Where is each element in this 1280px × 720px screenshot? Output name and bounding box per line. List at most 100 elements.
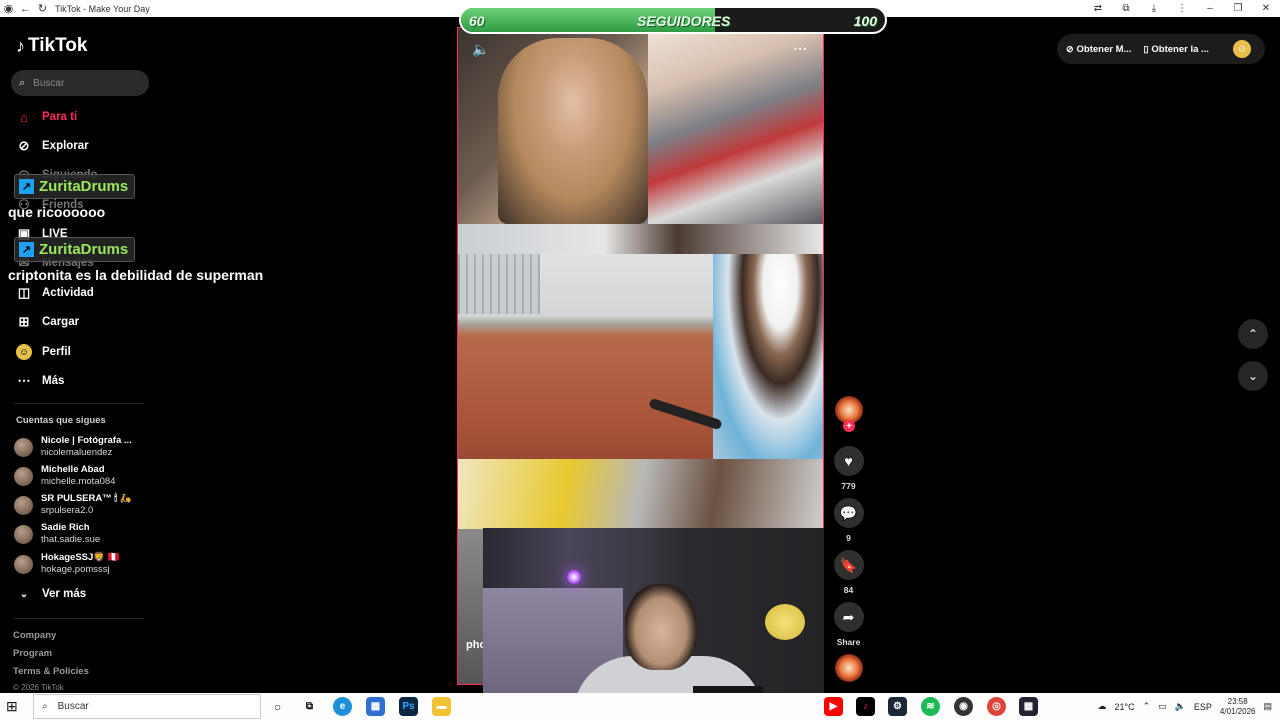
logo-text: TikTok (28, 35, 88, 56)
close-icon[interactable]: ✕ (1252, 3, 1280, 14)
share-button[interactable]: ➦ Share (832, 602, 865, 647)
share-icon: ➦ (833, 602, 864, 632)
following-account[interactable]: HokageSSJ🦁 🇵🇪 hokage.pomsssj (14, 552, 120, 576)
tiktok-favicon-icon: ◉ (3, 3, 14, 15)
tiktok-icon[interactable]: ♪ (856, 697, 875, 716)
sidebar-item-label: Cargar (42, 316, 80, 328)
extensions-icon[interactable]: ⧉ (1112, 3, 1140, 14)
taskbar-clock[interactable]: 23:58 4/01/2026 (1220, 697, 1256, 717)
search-input[interactable]: ⌕ Buscar (11, 70, 149, 96)
tiktok-note-icon: ♪ (16, 35, 25, 56)
language-indicator[interactable]: ESP (1194, 702, 1212, 712)
sidebar-item-mas[interactable]: ⋯ Más (16, 371, 65, 391)
bookmark-icon: 🔖 (833, 550, 864, 580)
cortana-icon[interactable]: ○ (268, 697, 287, 716)
follower-goal-bar: 60 SEGUIDORES 100 (459, 6, 887, 34)
get-coins-label: Obtener M... (1076, 43, 1132, 55)
steam-icon[interactable]: ⚙ (888, 697, 907, 716)
reload-icon[interactable]: ↻ (34, 2, 51, 15)
footer-link-company[interactable]: Company (13, 630, 56, 641)
notifications-icon[interactable]: ▤ (1263, 701, 1272, 712)
compass-icon: ⊘ (18, 138, 30, 153)
profile-avatar-icon[interactable]: ☺ (1233, 40, 1251, 58)
volume-icon[interactable]: 🔈 (472, 41, 489, 58)
edge-icon[interactable]: e (333, 697, 352, 716)
get-coins-button[interactable]: ⊘ Obtener M... (1066, 44, 1131, 55)
menu-icon[interactable]: ⋮ (1168, 3, 1196, 14)
following-section-title: Cuentas que sigues (16, 415, 106, 426)
account-handle: hokage.pomsssj (41, 564, 110, 575)
tray-expand-icon[interactable]: ⌃ (1143, 701, 1151, 712)
music-disc-avatar[interactable] (835, 654, 863, 682)
file-explorer-icon[interactable]: ▬ (432, 697, 451, 716)
taskbar-search-input[interactable]: ⌕ Buscar (33, 694, 261, 719)
chrome-icon[interactable]: ◎ (987, 697, 1006, 716)
windows-start-icon[interactable]: ⊞ (6, 698, 18, 715)
comment-button[interactable]: 💬 9 (832, 498, 865, 543)
upload-icon: ⊞ (18, 314, 30, 329)
more-dots-icon[interactable]: ⋯ (793, 40, 807, 57)
chat-username: ZuritaDrums (39, 241, 129, 258)
chat-badge-icon: ↗ (19, 179, 34, 194)
restore-icon[interactable]: ❐ (1224, 3, 1252, 14)
streamer-webcam (483, 528, 824, 693)
network-icon[interactable]: ▭ (1158, 701, 1167, 712)
avatar (14, 524, 33, 544)
sidebar-item-para-ti[interactable]: ⌂ Para ti (16, 107, 77, 127)
volume-icon[interactable]: 🔈 (1175, 701, 1186, 712)
follow-plus-icon[interactable]: + (843, 420, 855, 432)
sidebar-item-cargar[interactable]: ⊞ Cargar (16, 312, 80, 332)
following-account[interactable]: Nicole | Fotógrafa ... nicolemaluendez (14, 435, 132, 459)
following-account[interactable]: Michelle Abad michelle.mota084 (14, 464, 115, 488)
back-icon[interactable]: ← (17, 3, 34, 15)
sidebar: ♪ TikTok ⌕ Buscar ⌂ Para ti ⊘ Explorar ◎… (0, 17, 160, 693)
footer-link-terms[interactable]: Terms & Policies (13, 666, 89, 677)
see-more-button[interactable]: ⌄ Ver más (16, 584, 86, 604)
like-button[interactable]: ♥ 779 (832, 446, 865, 491)
sidebar-item-actividad[interactable]: ◫ Actividad (16, 283, 94, 303)
chat-badge-icon: ↗ (19, 242, 34, 257)
profile-avatar-icon: ☺ (16, 344, 32, 360)
app-icon[interactable]: ▦ (1019, 697, 1038, 716)
store-icon[interactable]: ▦ (366, 697, 385, 716)
webcam-plush (765, 604, 805, 640)
download-icon[interactable]: ⤓ (1140, 3, 1168, 14)
window-controls: ⇄ ⧉ ⤓ ⋮ – ❐ ✕ (1084, 0, 1280, 17)
following-account[interactable]: SR PULSERA™ 🕯 🛵 srpulsera2.0 (14, 493, 132, 517)
next-video-button[interactable]: ⌄ (1238, 361, 1268, 391)
weather-icon[interactable]: ☁ (1097, 701, 1106, 712)
account-handle: nicolemaluendez (41, 447, 113, 458)
video-racket (648, 397, 723, 431)
header-actions: ⊘ Obtener M... ▯ Obtener la ... ☺ (1057, 34, 1265, 64)
save-button[interactable]: 🔖 84 (832, 550, 865, 595)
sidebar-item-label: Actividad (42, 287, 94, 299)
sidebar-item-explorar[interactable]: ⊘ Explorar (16, 136, 89, 156)
get-app-button[interactable]: ▯ Obtener la ... (1143, 44, 1209, 55)
obs-icon[interactable]: ◉ (954, 697, 973, 716)
previous-video-button[interactable]: ⌃ (1238, 319, 1268, 349)
youtube-icon[interactable]: ▶ (824, 697, 843, 716)
video-frame-selfie (458, 28, 823, 224)
task-view-icon[interactable]: ⧉ (300, 697, 319, 716)
tiktok-logo[interactable]: ♪ TikTok (16, 35, 87, 57)
video-frame-strip (458, 224, 823, 254)
follower-goal-current: 60 (469, 13, 485, 29)
photoshop-icon[interactable]: Ps (399, 697, 418, 716)
account-handle: that.sadie.sue (41, 534, 101, 545)
like-count: 779 (841, 481, 856, 491)
following-account[interactable]: Sadie Rich that.sadie.sue (14, 522, 100, 546)
get-app-label: Obtener la ... (1151, 43, 1209, 55)
webcam-lamp (567, 570, 581, 584)
video-frame-car (458, 459, 823, 529)
spotify-icon[interactable]: ≋ (921, 697, 940, 716)
translate-icon[interactable]: ⇄ (1084, 3, 1112, 14)
video-person (713, 254, 823, 459)
minimize-icon[interactable]: – (1196, 3, 1224, 14)
divider (14, 618, 144, 619)
sidebar-item-label: Más (42, 375, 65, 387)
chat-message: criptonita es la debilidad de superman (8, 267, 264, 283)
windows-taskbar: ⊞ ⌕ Buscar ○ ⧉ e ▦ Ps ▬ ▶ ♪ ⚙ ≋ ◉ ◎ ▦ ☁ … (0, 693, 1280, 720)
more-icon: ⋯ (17, 373, 31, 388)
sidebar-item-perfil[interactable]: ☺ Perfil (16, 342, 71, 362)
footer-link-program[interactable]: Program (13, 648, 52, 659)
